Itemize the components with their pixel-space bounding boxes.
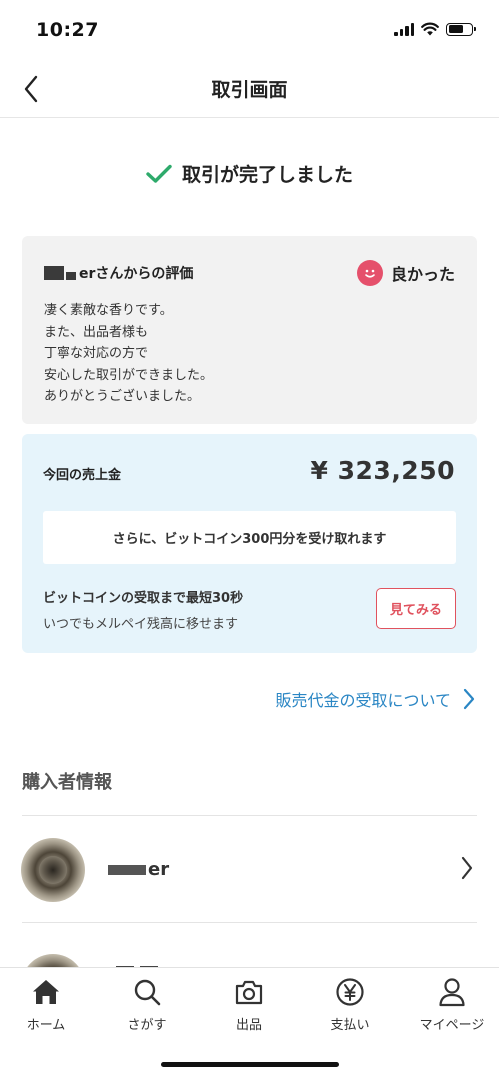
review-comment-line: 凄く素敵な香りです。 xyxy=(44,303,173,318)
status-icons xyxy=(394,22,476,36)
buyer-name: er xyxy=(108,859,169,880)
rating-label: 良かった xyxy=(390,265,455,284)
chevron-right-icon xyxy=(463,688,475,710)
tab-home[interactable]: ホーム xyxy=(0,976,96,1033)
tab-sell[interactable]: 出品 xyxy=(199,976,299,1033)
tab-label: マイページ xyxy=(419,1018,485,1033)
receive-info-link[interactable]: 販売代金の受取について xyxy=(275,687,475,711)
review-card: erさんからの評価 良かった 凄く素敵な香りです。 また、出品者様も 丁寧な対応… xyxy=(22,236,477,424)
look-button[interactable]: 見てみる xyxy=(376,588,456,629)
status-bar: 10:27 xyxy=(0,0,499,60)
bitcoin-title: ビットコインの受取まで最短30秒 xyxy=(43,591,244,606)
reviewer-label-text: erさんからの評価 xyxy=(79,266,194,282)
review-comment-line: 安心した取引ができました。 xyxy=(44,367,214,383)
tab-label: ホーム xyxy=(26,1018,66,1033)
home-icon xyxy=(30,976,62,1008)
checkmark-icon xyxy=(146,164,172,183)
page-title: 取引画面 xyxy=(211,79,288,101)
avatar xyxy=(21,954,85,967)
chevron-right-icon xyxy=(461,856,473,880)
buyer-name-text: er xyxy=(148,859,170,880)
review-comment-line: また、出品者様も xyxy=(44,324,149,340)
cellular-signal-icon xyxy=(394,22,414,36)
yen-icon xyxy=(334,976,366,1008)
bitcoin-banner: さらに、ビットコイン300円分を受け取れます xyxy=(43,511,456,564)
home-indicator xyxy=(161,1062,339,1067)
rating-badge: 良かった xyxy=(356,260,455,286)
tab-label: 出品 xyxy=(235,1018,262,1033)
completion-message: 取引が完了しました xyxy=(0,160,499,187)
sales-amount: ¥ 323,250 xyxy=(310,456,455,485)
tab-label: 支払い xyxy=(330,1018,370,1033)
review-comment-line: ありがとうございました。 xyxy=(44,389,201,404)
bitcoin-subtitle: いつでもメルペイ残高に移せます xyxy=(43,617,239,632)
wifi-icon xyxy=(421,22,439,36)
sales-label: 今回の売上金 xyxy=(43,468,122,483)
buyer-section-title: 購入者情報 xyxy=(22,772,112,793)
reviewer-label: erさんからの評価 xyxy=(44,263,193,283)
completion-text: 取引が完了しました xyxy=(181,164,353,186)
buyer-row[interactable] xyxy=(0,922,499,967)
person-icon xyxy=(436,976,468,1008)
avatar xyxy=(21,838,85,902)
receive-info-label: 販売代金の受取について xyxy=(275,691,451,710)
review-comment: 凄く素敵な香りです。 また、出品者様も 丁寧な対応の方で 安心した取引ができまし… xyxy=(44,300,213,408)
tab-mypage[interactable]: マイページ xyxy=(402,976,499,1033)
nav-bar: 取引画面 xyxy=(0,60,499,118)
tab-payment[interactable]: 支払い xyxy=(300,976,400,1033)
status-time: 10:27 xyxy=(36,19,99,41)
redacted-name xyxy=(108,864,146,875)
camera-icon xyxy=(233,976,265,1008)
tab-label: さがす xyxy=(127,1018,167,1033)
redacted-name xyxy=(44,266,64,280)
sales-card: 今回の売上金 ¥ 323,250 さらに、ビットコイン300円分を受け取れます … xyxy=(22,434,477,653)
buyer-row[interactable]: er xyxy=(0,816,499,922)
tab-search[interactable]: さがす xyxy=(97,976,197,1033)
battery-icon xyxy=(446,22,476,36)
search-icon xyxy=(131,976,163,1008)
smile-icon xyxy=(356,260,383,286)
redacted-name xyxy=(66,272,76,280)
review-comment-line: 丁寧な対応の方で xyxy=(44,346,149,361)
